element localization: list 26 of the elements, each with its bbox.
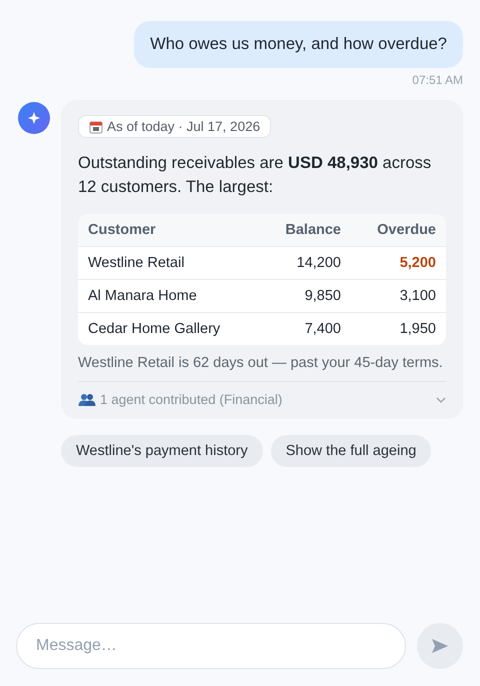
table-cell-text: Cedar Home Gallery <box>87 320 222 339</box>
table-cell-text: 9,850 <box>304 287 342 306</box>
chevron-icon <box>436 396 446 402</box>
calendar-icon <box>89 120 103 134</box>
table-cell-text: Al Manara Home <box>87 287 198 306</box>
column-header: Overdue <box>376 221 437 240</box>
date-text: As of today · Jul 17, 2026 <box>107 119 260 134</box>
send-icon <box>431 638 449 654</box>
table-cell-text: 1,950 <box>398 320 437 339</box>
table-cell-text: Westline Retail <box>87 254 186 273</box>
user-message: Who owes us money, and how overdue? <box>134 21 463 68</box>
people-icon <box>78 392 96 406</box>
suggestion-chip[interactable]: Westline's payment history <box>61 435 263 467</box>
message-time: 07:51 AM <box>411 73 463 87</box>
table-cell-text: 5,200 <box>398 254 437 273</box>
column-header: Balance <box>284 221 342 240</box>
table-cell-text: 7,400 <box>304 320 342 339</box>
column-header: Customer <box>87 221 157 240</box>
message-field[interactable]: Message… <box>16 623 406 669</box>
suggestion-chip[interactable]: Show the full ageing <box>270 435 432 467</box>
table-cell-text: 3,100 <box>398 287 437 306</box>
sparkle-avatar-icon <box>18 102 50 134</box>
table-cell-text: 14,200 <box>296 254 342 273</box>
send-button[interactable] <box>417 623 463 669</box>
reply-text: Outstanding receivables are USD 48,930 across 12 customers. The largest: <box>78 152 432 198</box>
note-text: Westline Retail is 62 days out — past your 45-day terms. <box>78 355 444 371</box>
